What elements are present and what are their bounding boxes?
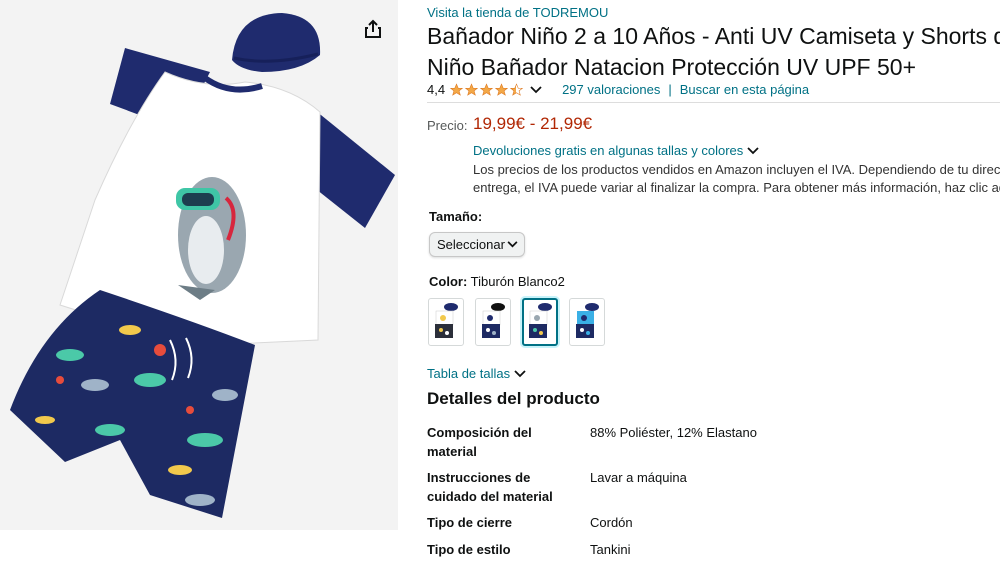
store-link[interactable]: Visita la tienda de TODREMOU — [427, 5, 608, 20]
price-label: Precio: — [427, 118, 468, 133]
rating-row: 4,4 297 valoraciones | Buscar en esta pá… — [427, 82, 1000, 97]
tax-note: Los precios de los productos vendidos en… — [473, 161, 1000, 197]
swatch-thumbnail — [435, 303, 458, 338]
swatch-thumbnail — [529, 303, 552, 338]
product-image[interactable] — [0, 0, 398, 530]
details-value: Tankini — [590, 542, 631, 557]
size-label: Tamaño: — [429, 209, 483, 224]
rating-value: 4,4 — [427, 82, 446, 97]
swatch-thumbnail — [576, 303, 599, 338]
tax-note-line: Los precios de los productos vendidos en… — [473, 162, 1000, 177]
details-key: Tipo de cierre — [427, 515, 513, 530]
size-chart-label: Tabla de tallas — [427, 366, 511, 381]
star-icon — [479, 82, 494, 96]
half-star-icon — [509, 82, 524, 96]
star-rating[interactable] — [449, 82, 524, 97]
color-swatch[interactable] — [569, 298, 605, 346]
color-label: Color: — [429, 274, 468, 289]
divider — [427, 102, 1000, 103]
details-key: Instrucciones de cuidado del material — [427, 470, 553, 504]
separator: | — [668, 82, 672, 97]
tax-note-line: entrega, el IVA puede variar al finaliza… — [473, 180, 1000, 195]
details-key: Tipo de estilo — [427, 542, 511, 557]
color-value: Tiburón Blanco2 — [470, 274, 565, 289]
details-key: Composición del material — [427, 425, 532, 459]
star-icon — [449, 82, 464, 96]
swatch-thumbnail — [482, 303, 505, 338]
size-select[interactable]: Seleccionar — [429, 232, 525, 257]
color-swatch[interactable] — [475, 298, 511, 346]
free-returns-link[interactable]: Devoluciones gratis en algunas tallas y … — [473, 143, 759, 158]
chevron-down-icon[interactable] — [530, 85, 542, 94]
details-row: Composición del material 88% Poliéster, … — [427, 423, 1000, 468]
ratings-count-link[interactable]: 297 valoraciones — [562, 82, 660, 97]
search-page-link[interactable]: Buscar en esta página — [680, 82, 809, 97]
details-row: Instrucciones de cuidado del material La… — [427, 468, 1000, 513]
free-returns-label: Devoluciones gratis en algunas tallas y … — [473, 143, 744, 158]
details-value: 88% Poliéster, 12% Elastano — [590, 425, 757, 440]
star-icon — [464, 82, 479, 96]
details-value: Cordón — [590, 515, 633, 530]
details-value: Lavar a máquina — [590, 470, 687, 485]
details-table: Composición del material 88% Poliéster, … — [427, 423, 1000, 564]
chevron-down-icon — [514, 369, 526, 378]
star-icon — [494, 82, 509, 96]
details-row: Tipo de cierre Cordón — [427, 513, 1000, 540]
color-swatch-selected[interactable] — [522, 298, 558, 346]
details-title: Detalles del producto — [427, 389, 600, 408]
color-swatch[interactable] — [428, 298, 464, 346]
chevron-down-icon — [747, 146, 759, 155]
price-value: 19,99€ - 21,99€ — [473, 114, 593, 133]
share-icon — [365, 19, 381, 38]
color-row: Color: Tiburón Blanco2 — [429, 274, 565, 289]
product-title: Bañador Niño 2 a 10 Años - Anti UV Camis… — [427, 23, 1000, 80]
color-swatches — [428, 298, 605, 346]
chevron-down-icon — [507, 241, 518, 248]
product-image-panel[interactable] — [0, 0, 398, 530]
size-select-value: Seleccionar — [437, 237, 505, 252]
share-button[interactable] — [360, 16, 386, 42]
details-row: Tipo de estilo Tankini — [427, 540, 1000, 564]
size-chart-link[interactable]: Tabla de tallas — [427, 366, 526, 381]
